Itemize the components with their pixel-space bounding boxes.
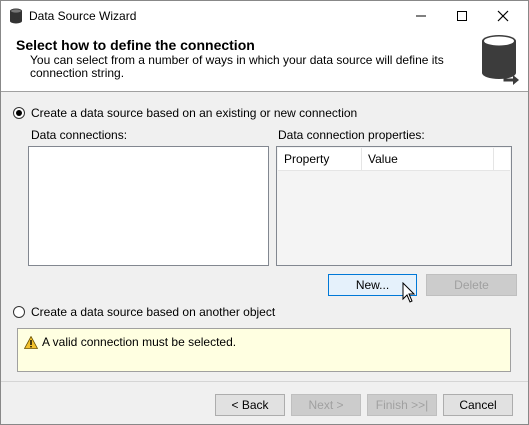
connection-properties-label: Data connection properties:	[278, 128, 425, 142]
data-source-wizard-window: Data Source Wizard Select how to define …	[0, 0, 529, 425]
existing-connection-radio[interactable]	[13, 107, 25, 119]
title-bar: Data Source Wizard	[1, 1, 528, 31]
finish-button[interactable]: Finish >>|	[367, 394, 437, 416]
properties-grid-body	[278, 171, 510, 264]
header-description: You can select from a number of ways in …	[30, 53, 444, 80]
another-object-radio[interactable]	[13, 306, 25, 318]
maximize-icon	[457, 11, 467, 21]
property-column-header[interactable]: Property	[278, 148, 362, 170]
header-title: Select how to define the connection	[16, 37, 255, 53]
footer-divider	[1, 381, 528, 382]
database-icon	[10, 8, 22, 24]
cancel-button[interactable]: Cancel	[443, 394, 513, 416]
existing-connection-label[interactable]: Create a data source based on an existin…	[31, 106, 357, 120]
validation-message-box: A valid connection must be selected.	[17, 328, 511, 372]
warning-icon	[24, 336, 38, 349]
next-button[interactable]: Next >	[291, 394, 361, 416]
wizard-header: Select how to define the connection You …	[1, 31, 528, 92]
mouse-pointer-icon	[402, 282, 416, 303]
data-connections-label: Data connections:	[31, 128, 128, 142]
close-icon	[497, 10, 509, 22]
data-connections-list[interactable]	[28, 146, 269, 266]
connection-properties-grid[interactable]: Property Value	[276, 146, 512, 266]
minimize-button[interactable]	[401, 1, 441, 31]
another-object-label[interactable]: Create a data source based on another ob…	[31, 305, 275, 319]
validation-message: A valid connection must be selected.	[42, 335, 237, 349]
delete-connection-button[interactable]: Delete	[426, 274, 517, 296]
window-title: Data Source Wizard	[29, 9, 137, 23]
value-column-header[interactable]: Value	[362, 148, 494, 170]
maximize-button[interactable]	[442, 1, 482, 31]
minimize-icon	[416, 15, 426, 17]
back-button[interactable]: < Back	[215, 394, 285, 416]
properties-grid-header: Property Value	[278, 148, 510, 171]
database-arrow-icon	[482, 35, 519, 85]
close-button[interactable]	[483, 1, 523, 31]
